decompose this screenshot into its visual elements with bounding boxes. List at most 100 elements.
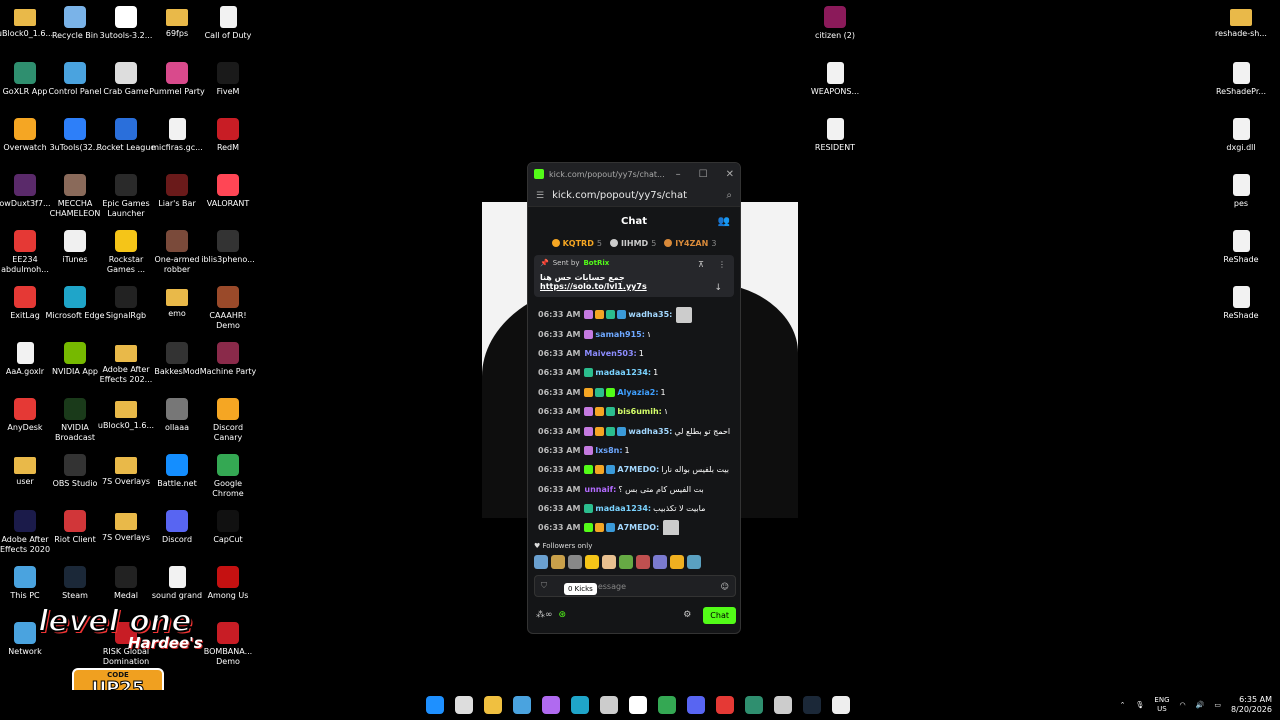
desktop-icon[interactable]: pes xyxy=(1214,174,1268,209)
emote-icon[interactable] xyxy=(670,555,684,569)
desktop-icon[interactable]: Adobe After Effects 2020 xyxy=(0,510,52,555)
desktop-icon[interactable]: Rockstar Games ... xyxy=(99,230,153,275)
taskbar-app-icon[interactable] xyxy=(745,696,763,714)
message-username[interactable]: A7MEDO: xyxy=(617,523,659,532)
emote-bar[interactable] xyxy=(534,555,701,569)
desktop-icon[interactable]: iblis3pheno... xyxy=(201,230,255,265)
desktop-icon[interactable]: One-armed robber xyxy=(150,230,204,275)
desktop-icon[interactable]: MECCHA CHAMELEON xyxy=(48,174,102,219)
message-username[interactable]: A7MEDO: xyxy=(617,465,659,474)
volume-icon[interactable]: 🔊 xyxy=(1196,701,1205,709)
wifi-icon[interactable]: ◠ xyxy=(1180,701,1186,709)
taskbar-app-icon[interactable] xyxy=(600,696,618,714)
chat-message[interactable]: 06:33 AM wadha35: xyxy=(528,305,738,324)
desktop-icon[interactable]: Call of Duty xyxy=(201,6,255,41)
message-username[interactable]: wadha35: xyxy=(628,427,672,436)
kick-gift-icon[interactable]: ⊛ xyxy=(559,610,567,620)
desktop-icon[interactable]: Pummel Party xyxy=(149,62,205,97)
chat-message[interactable]: 06:33 AM unnaif: بت الفيس كام متى بس ؟ xyxy=(528,480,738,499)
chat-message[interactable]: 06:33 AM A7MEDO: xyxy=(528,518,738,535)
emote-icon[interactable] xyxy=(534,555,548,569)
desktop-icon[interactable]: NVIDIA Broadcast xyxy=(48,398,102,443)
taskbar-app-icon[interactable] xyxy=(687,696,705,714)
taskbar-app-icon[interactable] xyxy=(629,696,647,714)
chat-message[interactable]: 06:33 AM lxs8n: 1 xyxy=(528,441,738,460)
maximize-icon[interactable]: ☐ xyxy=(699,169,708,180)
taskbar-app-icon[interactable] xyxy=(658,696,676,714)
emote-icon[interactable] xyxy=(568,555,582,569)
desktop-icon[interactable]: BakkesMod xyxy=(150,342,204,377)
desktop-icon[interactable]: RESIDENT xyxy=(808,118,862,153)
taskbar-app-icon[interactable] xyxy=(716,696,734,714)
share-icon[interactable]: ⁂∞ xyxy=(536,610,553,620)
chat-message[interactable]: 06:33 AM bis6umih: ١ xyxy=(528,402,738,421)
desktop-icon[interactable]: SignalRgb xyxy=(99,286,153,321)
message-username[interactable]: bis6umih: xyxy=(617,407,661,416)
leaderboard-entry[interactable]: KQTRD 5 xyxy=(551,239,602,248)
more-options-icon[interactable]: ⋮ xyxy=(718,260,726,269)
desktop-icon[interactable]: OBS Studio xyxy=(48,454,102,489)
emote-icon[interactable] xyxy=(602,555,616,569)
desktop-icon[interactable]: Liar's Bar xyxy=(150,174,204,209)
chat-message[interactable]: 06:33 AM Maiven503: 1 xyxy=(528,344,738,363)
desktop-icon[interactable]: ollaaa xyxy=(150,398,204,433)
desktop-icon[interactable]: Battle.net xyxy=(150,454,204,489)
desktop-icon[interactable]: WEAPONS... xyxy=(808,62,862,97)
chat-message[interactable]: 06:33 AM madaa1234: 1 xyxy=(528,363,738,382)
message-username[interactable]: madaa1234: xyxy=(595,368,651,377)
desktop-icon[interactable]: CAAAHR! Demo xyxy=(201,286,255,331)
chat-message[interactable]: 06:33 AM samah915: ١ xyxy=(528,324,738,343)
desktop-icon[interactable]: Machine Party xyxy=(200,342,256,377)
taskbar-app-icon[interactable] xyxy=(484,696,502,714)
chat-message[interactable]: 06:33 AM A7MEDO: بيت بلفيس بواله نارا xyxy=(528,460,738,479)
desktop-icon[interactable]: FiveM xyxy=(201,62,255,97)
taskbar-app-icon[interactable] xyxy=(542,696,560,714)
chevron-down-icon[interactable]: ↓ xyxy=(714,283,722,293)
emote-icon[interactable] xyxy=(585,555,599,569)
desktop-icon[interactable]: 7S Overlays xyxy=(99,510,153,543)
pinned-message[interactable]: 📌 Sent by BotRix جمع حسابات حس هنا https… xyxy=(534,255,734,297)
desktop-icon[interactable]: Epic Games Launcher xyxy=(99,174,153,219)
desktop-icon[interactable]: BOMBANA... Demo xyxy=(201,622,255,667)
close-icon[interactable]: ✕ xyxy=(726,169,734,180)
desktop-icon[interactable]: micfiras.gc... xyxy=(150,118,204,153)
desktop-icon[interactable]: VALORANT xyxy=(201,174,255,209)
desktop-icon[interactable]: emo xyxy=(150,286,204,319)
desktop-icon[interactable]: Riot Client xyxy=(48,510,102,545)
message-username[interactable]: wadha35: xyxy=(628,310,672,319)
desktop-icon[interactable]: uBlock0_1.6... xyxy=(98,398,154,431)
desktop-icon[interactable]: Microsoft Edge xyxy=(45,286,105,321)
kick-chat-window[interactable]: kick.com/popout/yy7s/chat... – ☐ ✕ ☰ kic… xyxy=(527,162,741,634)
taskbar-app-icon[interactable] xyxy=(832,696,850,714)
taskbar-app-icon[interactable] xyxy=(571,696,589,714)
desktop-icon[interactable]: ReShade xyxy=(1214,230,1268,265)
leaderboard-entry[interactable]: IY4ZAN 3 xyxy=(664,239,716,248)
chat-message[interactable]: 06:33 AM Alyazia2: 1 xyxy=(528,383,738,402)
desktop-icon[interactable]: ReShadePr... xyxy=(1214,62,1268,97)
desktop-icon[interactable]: Discord Canary xyxy=(201,398,255,443)
taskbar-app-icon[interactable] xyxy=(803,696,821,714)
taskbar-app-icon[interactable] xyxy=(426,696,444,714)
chat-message[interactable]: 06:33 AM madaa1234: مابيت لا تكذبيب xyxy=(528,499,738,518)
desktop-icon[interactable]: 3utools-3.2... xyxy=(99,6,153,41)
clock[interactable]: 6:35 AM 8/20/2026 xyxy=(1231,695,1272,715)
message-username[interactable]: Alyazia2: xyxy=(617,388,658,397)
desktop-icon[interactable]: Discord xyxy=(150,510,204,545)
desktop-icon[interactable]: dxgi.dll xyxy=(1214,118,1268,153)
emote-icon[interactable] xyxy=(653,555,667,569)
desktop-icon[interactable]: Adobe After Effects 202... xyxy=(99,342,153,385)
desktop-icon[interactable]: iTunes xyxy=(48,230,102,265)
desktop-icon[interactable]: Control Panel xyxy=(48,62,102,97)
message-username[interactable]: madaa1234: xyxy=(595,504,651,513)
desktop-icon[interactable]: Crab Game xyxy=(99,62,153,97)
desktop-icon[interactable]: 3uTools(32... xyxy=(48,118,102,153)
pinned-link[interactable]: https://solo.to/lvl1.yy7s xyxy=(540,282,647,291)
chevron-up-icon[interactable]: ⌃ xyxy=(1120,701,1126,709)
desktop-icon[interactable]: EE234 abdulmoh... xyxy=(0,230,52,275)
unpin-icon[interactable]: ⊼ xyxy=(698,260,704,269)
desktop-icon[interactable]: citizen (2) xyxy=(808,6,862,41)
desktop-icon[interactable]: ReShade xyxy=(1214,286,1268,321)
users-icon[interactable]: 👥 xyxy=(718,216,730,227)
taskbar-app-icon[interactable] xyxy=(455,696,473,714)
desktop-icon[interactable]: Google Chrome xyxy=(201,454,255,499)
